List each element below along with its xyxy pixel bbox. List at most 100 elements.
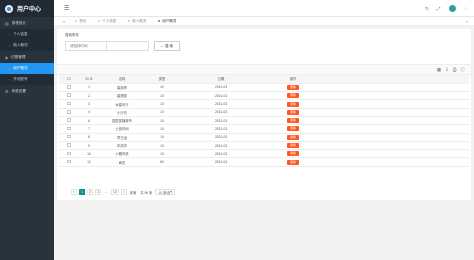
sidebar-group-fees[interactable]: ⚙ 收费设置	[0, 85, 54, 97]
avatar[interactable]	[448, 5, 456, 12]
cell-name: 小雁内说	[99, 149, 145, 159]
cell-id: 1	[79, 83, 99, 93]
delete-button[interactable]: 删除	[287, 93, 299, 99]
tab-personal-info[interactable]: 个人信息	[93, 17, 121, 26]
row-select-cell[interactable]	[59, 149, 79, 159]
sidebar-item-open-account[interactable]: ◦ 开设账号	[0, 74, 54, 85]
checkbox[interactable]	[67, 159, 71, 164]
table-row: 7 土营内间 10 2021-03 删除	[59, 124, 469, 134]
cell-id: 7	[79, 124, 99, 134]
page-ellipsis: ...	[103, 189, 109, 195]
print-icon[interactable]: ⎙	[453, 67, 457, 73]
tab-label: 新人概况	[132, 18, 147, 23]
page-2[interactable]: 2	[87, 189, 93, 195]
col-id[interactable]: ID ⇅	[79, 75, 99, 84]
col-spacer	[323, 75, 469, 84]
cell-id: 6	[79, 116, 99, 126]
cell-spacer	[323, 83, 469, 93]
checkbox[interactable]	[67, 143, 71, 147]
cell-id: 8	[79, 133, 99, 142]
checkbox[interactable]	[67, 134, 71, 139]
total-count: 共 96 条	[139, 189, 154, 195]
cell-action: 删除	[263, 116, 323, 126]
row-select-cell[interactable]	[59, 116, 79, 126]
goto-label: 到第	[128, 189, 138, 195]
checkbox[interactable]	[67, 101, 71, 106]
date-input[interactable]	[65, 41, 107, 51]
fullscreen-icon[interactable]: ⤢	[437, 6, 441, 11]
sidebar-item-label: 新人概况	[13, 43, 28, 47]
cell-type: 10	[145, 141, 179, 151]
checkbox[interactable]	[67, 85, 71, 89]
cell-action: 删除	[263, 157, 323, 167]
checkbox[interactable]	[67, 110, 71, 114]
columns-icon[interactable]: ▦	[437, 67, 441, 73]
cell-spacer	[323, 124, 469, 134]
cell-type: 10	[145, 83, 179, 93]
checkbox[interactable]	[67, 76, 71, 81]
cell-id: 3	[79, 99, 99, 109]
col-date: 日期	[179, 75, 263, 84]
delete-button[interactable]: 删除	[287, 101, 299, 107]
tab-home[interactable]: 首页	[70, 17, 91, 26]
sidebar-group-counterfeit[interactable]: ◈ 仿冒管理	[0, 51, 54, 63]
search-extra-input[interactable]	[107, 41, 149, 51]
delete-button[interactable]: 删除	[287, 118, 299, 124]
export-icon[interactable]: ⇩	[445, 67, 449, 73]
row-select-cell[interactable]	[59, 133, 79, 142]
delete-button[interactable]: 删除	[287, 126, 299, 132]
cell-type: 10	[145, 91, 179, 101]
table-row: 4 小厅内 10 2021-03 删除	[59, 108, 469, 118]
delete-button[interactable]: 删除	[287, 151, 299, 157]
refresh-icon[interactable]: ↻	[425, 6, 429, 12]
page-next[interactable]: >	[120, 189, 127, 195]
search-title: 搜索条件	[65, 33, 79, 37]
select-all-cell[interactable]	[59, 75, 79, 84]
page-3[interactable]: 3	[95, 189, 101, 195]
row-select-cell[interactable]	[59, 108, 79, 118]
tab-newcomers[interactable]: 新人概况	[123, 17, 151, 26]
chart-icon: ▤	[5, 20, 9, 26]
delete-button[interactable]: 删除	[287, 84, 299, 90]
sidebar-item-label: 开设账号	[13, 77, 28, 81]
cell-id: 9	[79, 141, 99, 151]
help-icon[interactable]: ⓘ	[461, 67, 466, 73]
row-select-cell[interactable]	[59, 124, 79, 134]
more-icon[interactable]: ⋮	[464, 6, 469, 12]
tab-scroll-right-icon[interactable]: »	[466, 19, 468, 24]
table-header-row: ID ⇅ 名称 类型 日期 操作	[59, 75, 469, 84]
delete-button[interactable]: 删除	[287, 159, 299, 165]
row-select-cell[interactable]	[59, 99, 79, 109]
col-action: 操作	[263, 75, 323, 84]
page-1[interactable]: 1	[79, 189, 85, 195]
tab-user-overview[interactable]: 用户概况	[153, 17, 181, 26]
search-button[interactable]: ⌕ 搜 索	[154, 41, 180, 51]
sidebar-item-personal-info[interactable]: ◦ 个人信息	[0, 29, 54, 40]
delete-button[interactable]: 删除	[287, 134, 299, 140]
cell-name: 界它运	[99, 133, 145, 142]
page-prev[interactable]: <	[71, 189, 77, 195]
table-row: 10 小雁内说 10 2021-03 删除	[59, 149, 469, 159]
sidebar-item-newcomers[interactable]: ◦ 新人概况	[0, 40, 54, 51]
page-10[interactable]: 10	[111, 189, 119, 195]
tab-scroll-left-icon[interactable]: «	[60, 19, 68, 24]
checkbox[interactable]	[67, 93, 71, 97]
per-page-select[interactable]: 10 条/页 ▾	[155, 189, 176, 195]
checkbox[interactable]	[67, 118, 71, 122]
checkbox[interactable]	[67, 126, 71, 131]
checkbox[interactable]	[67, 151, 71, 156]
sidebar-group-reports[interactable]: ▤ 报表统计	[0, 17, 54, 29]
row-select-cell[interactable]	[59, 157, 79, 167]
delete-button[interactable]: 删除	[287, 109, 299, 115]
delete-button[interactable]: 删除	[287, 143, 299, 149]
sidebar-group-label: 收费设置	[11, 88, 26, 93]
tab-label: 用户概况	[162, 18, 177, 23]
row-select-cell[interactable]	[59, 91, 79, 101]
menu-toggle-icon[interactable]: ☰	[64, 5, 69, 12]
sidebar-item-user-overview[interactable]: ◦ 用户概况	[0, 63, 54, 74]
user-icon: ◦	[9, 43, 11, 48]
sidebar-group-label: 报表统计	[11, 20, 27, 25]
sidebar: 用户中心 ▤ 报表统计 ◦ 个人信息 ◦ 新人概况 ◈ 仿冒管理 ◦ 用户概况 …	[0, 0, 54, 260]
row-select-cell[interactable]	[59, 83, 79, 93]
row-select-cell[interactable]	[59, 141, 79, 151]
